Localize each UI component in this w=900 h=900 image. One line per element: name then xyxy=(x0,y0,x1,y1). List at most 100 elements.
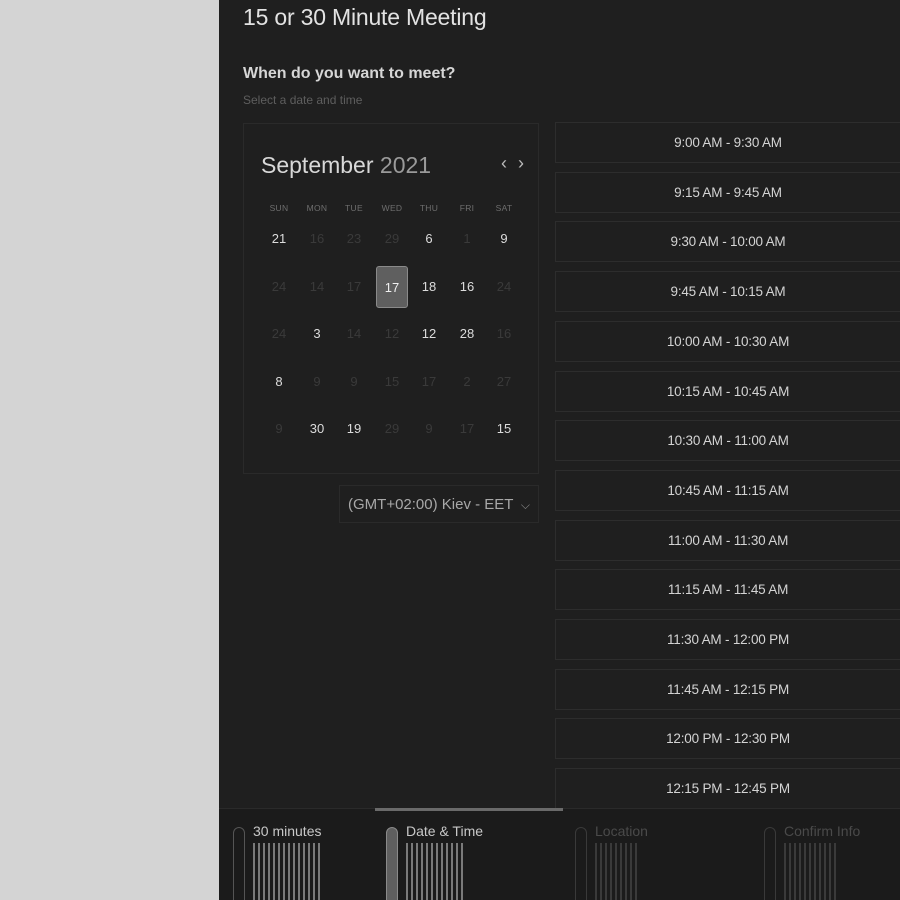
calendar-day: 24 xyxy=(496,279,512,294)
stripe xyxy=(630,843,632,900)
stripe xyxy=(451,843,453,900)
stripe xyxy=(293,843,295,900)
stripe xyxy=(829,843,831,900)
stripe xyxy=(600,843,602,900)
step-bar: 30 minutes Date & Time Location Confirm Inf… xyxy=(219,808,900,900)
stripe xyxy=(421,843,423,900)
stripe xyxy=(804,843,806,900)
stripe xyxy=(784,843,786,900)
stripe xyxy=(441,843,443,900)
calendar-day[interactable]: 9 xyxy=(488,218,520,260)
weekday-label: THU xyxy=(419,203,439,213)
stripe xyxy=(610,843,612,900)
year-label: 2021 xyxy=(379,152,432,178)
timezone-value: (GMT+02:00) Kiev - EET xyxy=(348,496,514,513)
stripe xyxy=(620,843,622,900)
stripe xyxy=(819,843,821,900)
calendar-day[interactable]: 19 xyxy=(338,408,370,450)
stripe xyxy=(461,843,463,900)
stripe xyxy=(431,843,433,900)
month-year-label: September 2021 xyxy=(261,152,431,179)
stripe xyxy=(814,843,816,900)
time-slot-button[interactable]: 9:15 AM - 9:45 AM xyxy=(555,171,900,213)
step-label: Confirm Info xyxy=(784,823,861,839)
step-stripes xyxy=(406,843,463,900)
weekday-label: FRI xyxy=(459,203,475,213)
time-slot-button[interactable]: 9:30 AM - 10:00 AM xyxy=(555,221,900,263)
calendar-day: 9 xyxy=(425,421,433,436)
calendar-day: 16 xyxy=(496,326,512,341)
page-title: 15 or 30 Minute Meeting xyxy=(243,4,487,30)
calendar-day[interactable]: 18 xyxy=(413,266,445,308)
step-stripes xyxy=(784,843,836,900)
calendar-day[interactable]: 8 xyxy=(263,361,295,403)
calendar-day[interactable]: 15 xyxy=(488,408,520,450)
time-slot-button[interactable]: 11:00 AM - 11:30 AM xyxy=(555,519,900,561)
calendar-day: 14 xyxy=(346,326,362,341)
time-slot-button[interactable]: 11:45 AM - 12:15 PM xyxy=(555,668,900,710)
stripe xyxy=(273,843,275,900)
stripe xyxy=(253,843,255,900)
question-subtitle: Select a date and time xyxy=(243,93,363,107)
time-slot-button[interactable]: 12:15 PM - 12:45 PM xyxy=(555,768,900,810)
stripe xyxy=(615,843,617,900)
stripe xyxy=(456,843,458,900)
step-label: Date & Time xyxy=(406,823,484,839)
step-icon xyxy=(386,827,398,900)
next-month-button[interactable]: › xyxy=(512,154,530,174)
stripe xyxy=(288,843,290,900)
question-heading: When do you want to meet? xyxy=(243,65,456,82)
timezone-select[interactable]: (GMT+02:00) Kiev - EET ⌵ xyxy=(339,485,539,523)
stripe xyxy=(263,843,265,900)
stripe xyxy=(411,843,413,900)
calendar-day[interactable]: 6 xyxy=(413,218,445,260)
calendar-day: 9 xyxy=(350,374,358,389)
calendar-day[interactable]: 3 xyxy=(301,313,333,355)
month-label: September xyxy=(261,152,374,178)
stripe xyxy=(824,843,826,900)
stripe xyxy=(308,843,310,900)
time-slot-button[interactable]: 11:30 AM - 12:00 PM xyxy=(555,619,900,660)
active-step-indicator xyxy=(375,808,563,811)
calendar-day: 14 xyxy=(309,279,325,294)
time-slot-button[interactable]: 11:15 AM - 11:45 AM xyxy=(555,569,900,611)
stripe xyxy=(595,843,597,900)
calendar-day: 29 xyxy=(384,231,400,246)
calendar-day[interactable]: 21 xyxy=(263,218,295,260)
time-slot-button[interactable]: 10:30 AM - 11:00 AM xyxy=(555,420,900,462)
step-icon xyxy=(764,827,776,900)
time-slot-button[interactable]: 10:15 AM - 10:45 AM xyxy=(555,370,900,412)
calendar-day: 17 xyxy=(421,374,437,389)
calendar-day: 2 xyxy=(463,374,471,389)
selected-day[interactable]: 17 xyxy=(376,266,408,308)
stripe xyxy=(635,843,637,900)
weekday-label: TUE xyxy=(345,203,363,213)
time-slot-button[interactable]: 9:00 AM - 9:30 AM xyxy=(555,122,900,163)
time-slot-button[interactable]: 10:45 AM - 11:15 AM xyxy=(555,469,900,511)
time-slot-button[interactable]: 12:00 PM - 12:30 PM xyxy=(555,718,900,760)
calendar-day: 23 xyxy=(346,231,362,246)
calendar-day[interactable]: 16 xyxy=(451,266,483,308)
stripe xyxy=(313,843,315,900)
stripe xyxy=(436,843,438,900)
calendar-day[interactable]: 12 xyxy=(413,313,445,355)
step-icon xyxy=(575,827,587,900)
stripe xyxy=(303,843,305,900)
calendar-day[interactable]: 28 xyxy=(451,313,483,355)
calendar-day: 24 xyxy=(271,279,287,294)
calendar-day: 12 xyxy=(384,326,400,341)
stripe xyxy=(834,843,836,900)
time-slot-button[interactable]: 10:00 AM - 10:30 AM xyxy=(555,320,900,362)
calendar-day[interactable]: 30 xyxy=(301,408,333,450)
stripe xyxy=(268,843,270,900)
calendar-day: 15 xyxy=(384,374,400,389)
prev-month-button[interactable]: ‹ xyxy=(495,154,513,174)
stripe xyxy=(426,843,428,900)
weekday-label: SAT xyxy=(495,203,513,213)
time-slot-button[interactable]: 9:45 AM - 10:15 AM xyxy=(555,271,900,313)
weekday-label: SUN xyxy=(269,203,289,213)
date-picker: September 2021 ‹ › SUN MON TUE WED THU FRI SAT… xyxy=(243,123,539,474)
calendar-day: 1 xyxy=(463,231,471,246)
stripe xyxy=(809,843,811,900)
calendar-day: 29 xyxy=(384,421,400,436)
